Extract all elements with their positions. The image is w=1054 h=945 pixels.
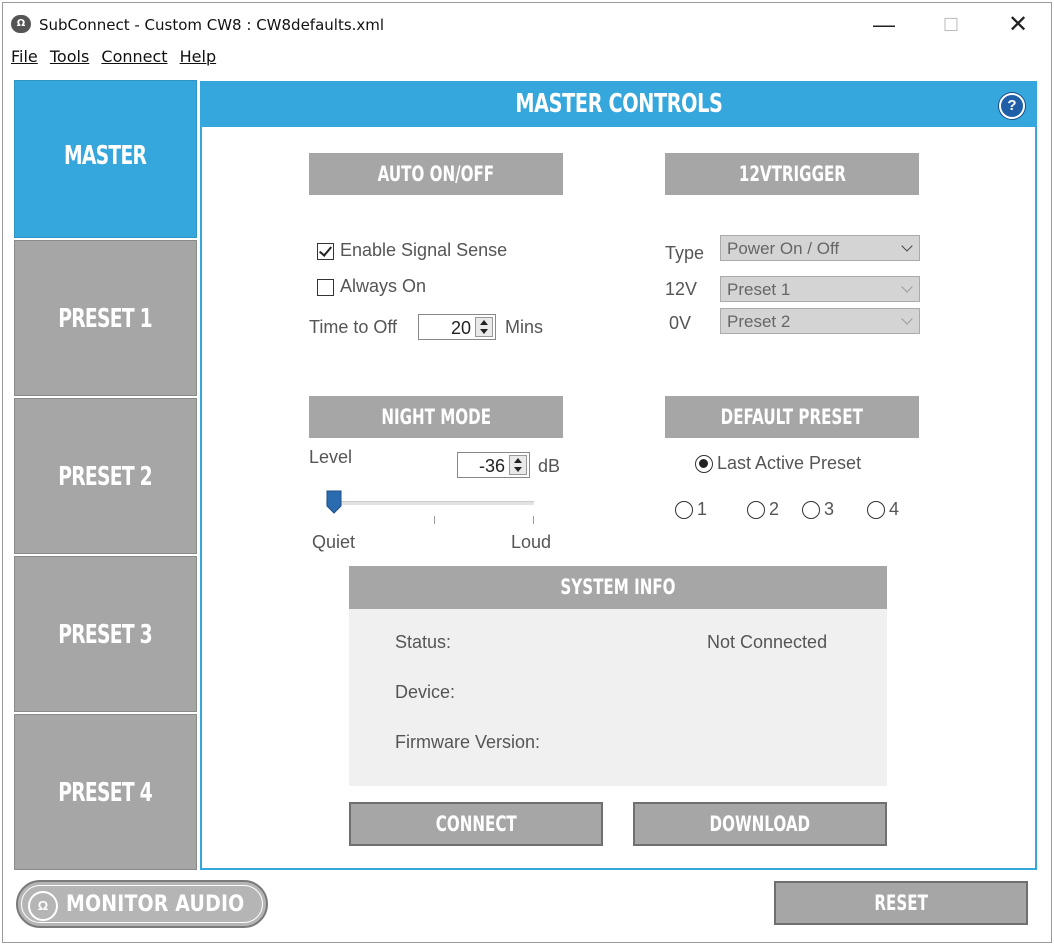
sidebar-item-label: PRESET 2 (58, 462, 153, 492)
trigger-heading-label: 12VTRIGGER (738, 162, 846, 186)
sidebar-item-preset-1[interactable]: PRESET 1 (14, 240, 197, 396)
status-label: Status: (395, 632, 452, 652)
sidebar-item-preset-3[interactable]: PRESET 3 (14, 556, 197, 712)
auto-onoff-heading: AUTO ON/OFF (309, 153, 563, 195)
menu-help[interactable]: Help (180, 47, 216, 66)
chevron-down-icon (901, 240, 913, 252)
connect-button[interactable]: CONNECT (349, 802, 603, 846)
last-active-preset-label: Last Active Preset (717, 453, 862, 473)
preset-radio-2[interactable] (747, 501, 765, 519)
trigger-12v-label: 12V (665, 279, 698, 299)
preset-radio-4-label: 4 (889, 499, 900, 519)
time-to-off-label: Time to Off (309, 317, 398, 337)
reset-button[interactable]: RESET (774, 881, 1028, 925)
trigger-12v-value: Preset 1 (727, 280, 791, 299)
sidebar-item-master[interactable]: MASTER (14, 80, 197, 238)
night-mode-heading: NIGHT MODE (309, 396, 563, 438)
night-level-slider-track[interactable] (326, 501, 534, 505)
logo-ring: Ω MONITOR AUDIO (21, 885, 263, 923)
default-preset-heading-label: DEFAULT PRESET (720, 405, 864, 429)
sidebar: MASTER PRESET 1 PRESET 2 PRESET 3 PRESET… (14, 80, 198, 872)
trigger-type-label: Type (665, 243, 705, 263)
download-button[interactable]: DOWNLOAD (633, 802, 887, 846)
title-bar: Ω SubConnect - Custom CW8 : CW8defaults.… (3, 3, 1051, 41)
preset-radio-1-label: 1 (697, 499, 708, 519)
trigger-0v-value: Preset 2 (727, 312, 791, 331)
time-unit-label: Mins (505, 317, 544, 337)
maximize-button[interactable]: ☐ (928, 9, 974, 41)
logo-text: MONITOR AUDIO (66, 892, 273, 917)
menu-bar: File Tools Connect Help (11, 47, 223, 69)
master-controls-panel: MASTER CONTROLS ? AUTO ON/OFF Enable Sig… (200, 81, 1037, 870)
system-info-heading: SYSTEM INFO (349, 566, 887, 609)
chevron-down-icon (901, 281, 913, 293)
minimize-button[interactable]: — (861, 9, 907, 41)
help-icon[interactable]: ? (999, 93, 1025, 119)
always-on-checkbox[interactable] (317, 279, 334, 296)
panel-header: MASTER CONTROLS ? (202, 83, 1035, 127)
always-on-label: Always On (340, 276, 427, 296)
time-to-off-value: 20 (450, 318, 471, 338)
app-logo-icon: Ω (11, 15, 31, 33)
slider-tick (434, 516, 435, 524)
time-to-off-stepper[interactable]: 20 (418, 314, 496, 340)
enable-signal-sense-checkbox[interactable] (317, 243, 334, 260)
menu-connect[interactable]: Connect (101, 47, 167, 66)
trigger-type-value: Power On / Off (727, 239, 840, 258)
chevron-down-icon (901, 313, 913, 325)
menu-file[interactable]: File (11, 47, 38, 66)
auto-onoff-heading-label: AUTO ON/OFF (377, 162, 495, 186)
trigger-type-select[interactable]: Power On / Off (720, 235, 920, 261)
logo-text-label: MONITOR AUDIO (66, 892, 245, 917)
preset-radio-2-label: 2 (769, 499, 780, 519)
download-button-label: DOWNLOAD (709, 812, 811, 836)
preset-radio-1[interactable] (675, 501, 693, 519)
page-title: MASTER CONTROLS (514, 89, 723, 119)
trigger-0v-select[interactable]: Preset 2 (720, 308, 920, 334)
night-level-label: Level (309, 447, 353, 467)
last-active-preset-radio[interactable] (695, 455, 713, 473)
sidebar-item-label: PRESET 3 (58, 620, 153, 650)
slider-tick (533, 516, 534, 524)
system-info-panel: SYSTEM INFO Status: Not Connected Device… (349, 566, 887, 786)
sidebar-item-label: PRESET 1 (58, 304, 153, 334)
sidebar-item-preset-2[interactable]: PRESET 2 (14, 398, 197, 554)
night-level-slider-thumb[interactable] (326, 490, 342, 514)
system-info-heading-label: SYSTEM INFO (560, 575, 676, 599)
preset-radio-3-label: 3 (824, 499, 835, 519)
menu-tools[interactable]: Tools (50, 47, 89, 66)
status-value: Not Connected (707, 632, 828, 652)
night-level-unit: dB (538, 456, 561, 476)
preset-radio-4[interactable] (867, 501, 885, 519)
stepper-arrows-icon[interactable] (509, 455, 527, 475)
enable-signal-sense-label: Enable Signal Sense (340, 240, 508, 260)
close-button[interactable]: ✕ (995, 9, 1041, 41)
monitor-audio-mark-icon: Ω (28, 891, 58, 921)
monitor-audio-logo: Ω MONITOR AUDIO (16, 880, 268, 928)
night-level-stepper[interactable]: -36 (457, 452, 530, 478)
sidebar-item-preset-4[interactable]: PRESET 4 (14, 714, 197, 870)
slider-min-label: Quiet (312, 532, 356, 552)
night-mode-heading-label: NIGHT MODE (381, 405, 491, 429)
preset-radio-3[interactable] (802, 501, 820, 519)
default-preset-heading: DEFAULT PRESET (665, 396, 919, 438)
trigger-12v-select[interactable]: Preset 1 (720, 276, 920, 302)
stepper-arrows-icon[interactable] (475, 317, 493, 337)
firmware-label: Firmware Version: (395, 732, 541, 752)
reset-button-label: RESET (874, 891, 928, 915)
connect-button-label: CONNECT (435, 812, 517, 836)
window-title: SubConnect - Custom CW8 : CW8defaults.xm… (39, 16, 385, 34)
night-level-value: -36 (478, 456, 505, 476)
slider-max-label: Loud (511, 532, 552, 552)
trigger-0v-label: 0V (669, 313, 692, 333)
trigger-heading: 12VTRIGGER (665, 153, 919, 195)
sidebar-item-label: PRESET 4 (58, 778, 153, 808)
sidebar-item-label: MASTER (64, 141, 147, 171)
device-label: Device: (395, 682, 456, 702)
